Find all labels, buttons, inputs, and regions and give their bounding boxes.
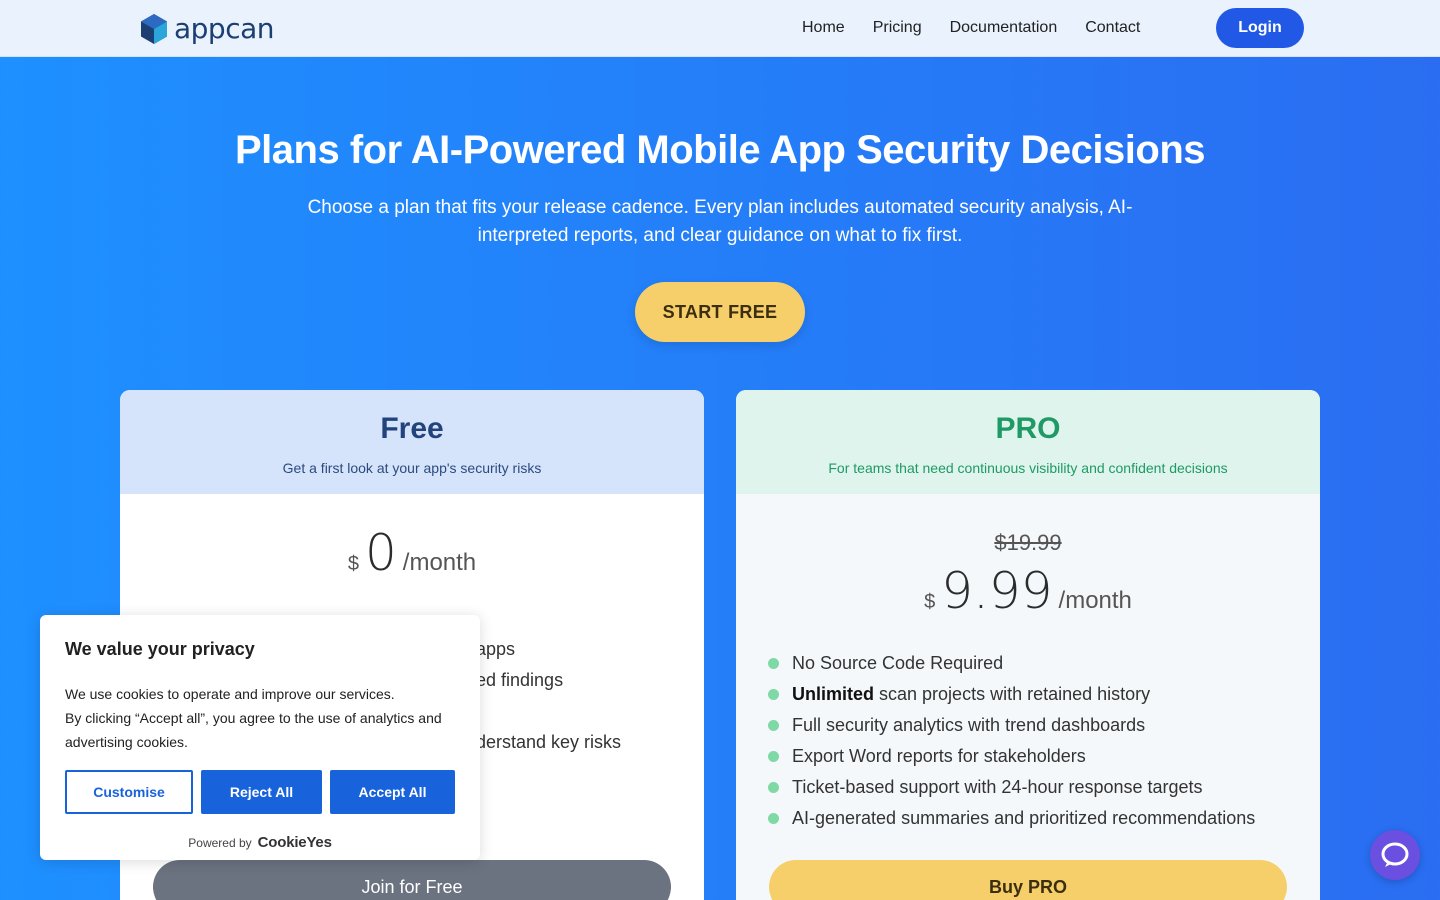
pro-price-currency: $ bbox=[924, 591, 936, 613]
pro-feature-item: Export Word reports for stakeholders bbox=[768, 741, 1320, 772]
cube-logo-icon bbox=[141, 13, 167, 44]
reject-all-button[interactable]: Reject All bbox=[201, 770, 322, 814]
powered-by-label: Powered by bbox=[188, 835, 252, 850]
pro-plan-card: PRO For teams that need continuous visib… bbox=[736, 390, 1320, 900]
customise-button[interactable]: Customise bbox=[65, 770, 193, 814]
free-plan-name: Free bbox=[380, 412, 444, 445]
nav-link-documentation[interactable]: Documentation bbox=[942, 19, 1066, 37]
pro-plan-header: PRO For teams that need continuous visib… bbox=[736, 390, 1320, 494]
pro-price-period: /month bbox=[1058, 587, 1132, 614]
pro-feature-item: No Source Code Required bbox=[768, 648, 1320, 679]
buy-pro-button[interactable]: Buy PRO bbox=[769, 860, 1287, 900]
feature-text: AI-generated summaries and prioritized r… bbox=[792, 808, 1256, 828]
pro-feature-item: Unlimited scan projects with retained his… bbox=[768, 679, 1320, 710]
page-title: Plans for AI-Powered Mobile App Security… bbox=[234, 128, 1206, 172]
start-free-button[interactable]: START FREE bbox=[635, 282, 805, 342]
bullet-dot-icon bbox=[768, 751, 779, 762]
hero-subtitle: Choose a plan that fits your release cad… bbox=[307, 197, 1133, 246]
pro-price-amount: 9.99 bbox=[941, 562, 1053, 620]
brand-name: appcan bbox=[174, 12, 275, 45]
pro-feature-list: No Source Code Required Unlimited scan pr… bbox=[768, 648, 1320, 834]
login-button[interactable]: Login bbox=[1216, 8, 1304, 48]
free-feature-item: apps bbox=[476, 639, 516, 659]
bullet-dot-icon bbox=[768, 782, 779, 793]
cookie-title: We value your privacy bbox=[65, 639, 255, 659]
nav-link-home[interactable]: Home bbox=[794, 19, 853, 37]
pro-feature-item: Ticket-based support with 24-hour respon… bbox=[768, 772, 1320, 803]
bullet-dot-icon bbox=[768, 720, 779, 731]
chat-widget-button[interactable] bbox=[1370, 830, 1420, 880]
pro-plan-price: $ 9.99 /month bbox=[736, 562, 1320, 620]
free-price-period: /month bbox=[402, 549, 477, 576]
chat-bubble-icon bbox=[1381, 842, 1409, 867]
nav-links: Home Pricing Documentation Contact bbox=[790, 0, 1160, 56]
cookie-text: We use cookies to operate and improve ou… bbox=[65, 682, 455, 754]
nav-link-pricing[interactable]: Pricing bbox=[865, 19, 930, 37]
cookie-consent-banner: We value your privacy We use cookies to … bbox=[40, 615, 480, 860]
feature-text: Full security analytics with trend dashb… bbox=[792, 715, 1146, 735]
feature-text: Export Word reports for stakeholders bbox=[792, 746, 1086, 766]
top-navbar: appcan Home Pricing Documentation Contac… bbox=[0, 0, 1440, 57]
bullet-dot-icon bbox=[768, 813, 779, 824]
pro-plan-tagline: For teams that need continuous visibilit… bbox=[828, 460, 1228, 476]
free-price-amount: 0 bbox=[364, 524, 397, 582]
free-feature-item: derstand key risks bbox=[476, 732, 622, 752]
bullet-dot-icon bbox=[768, 689, 779, 700]
free-feature-list: apps ed findings derstand key risks bbox=[476, 634, 621, 758]
feature-text: scan projects with retained history bbox=[879, 684, 1151, 704]
feature-bold: Unlimited bbox=[792, 684, 875, 704]
cookie-text-line: By clicking “Accept all”, you agree to t… bbox=[65, 710, 442, 750]
pro-feature-item: AI-generated summaries and prioritized r… bbox=[768, 803, 1320, 834]
cookie-text-line: We use cookies to operate and improve ou… bbox=[65, 686, 395, 702]
appcan-logo[interactable]: appcan bbox=[140, 12, 275, 45]
cookieyes-logo[interactable]: CookieYes bbox=[258, 834, 332, 851]
bullet-dot-icon bbox=[768, 658, 779, 669]
free-feature-item: ed findings bbox=[476, 670, 564, 690]
join-free-button[interactable]: Join for Free bbox=[153, 860, 671, 900]
free-plan-price: $ 0 /month bbox=[120, 524, 704, 582]
nav-link-contact[interactable]: Contact bbox=[1077, 19, 1148, 37]
pro-old-price: $19.99 bbox=[994, 530, 1062, 555]
cookie-buttons: Customise Reject All Accept All bbox=[65, 770, 455, 814]
pro-plan-name: PRO bbox=[995, 412, 1061, 445]
powered-by: Powered by CookieYes bbox=[65, 834, 455, 851]
accept-all-button[interactable]: Accept All bbox=[330, 770, 455, 814]
pro-feature-item: Full security analytics with trend dashb… bbox=[768, 710, 1320, 741]
free-feature-item bbox=[476, 696, 621, 727]
feature-text: Ticket-based support with 24-hour respon… bbox=[792, 777, 1203, 797]
feature-text: No Source Code Required bbox=[792, 653, 1004, 673]
free-price-currency: $ bbox=[347, 553, 359, 575]
free-plan-tagline: Get a first look at your app's security … bbox=[282, 460, 542, 476]
free-plan-header: Free Get a first look at your app's secu… bbox=[120, 390, 704, 494]
